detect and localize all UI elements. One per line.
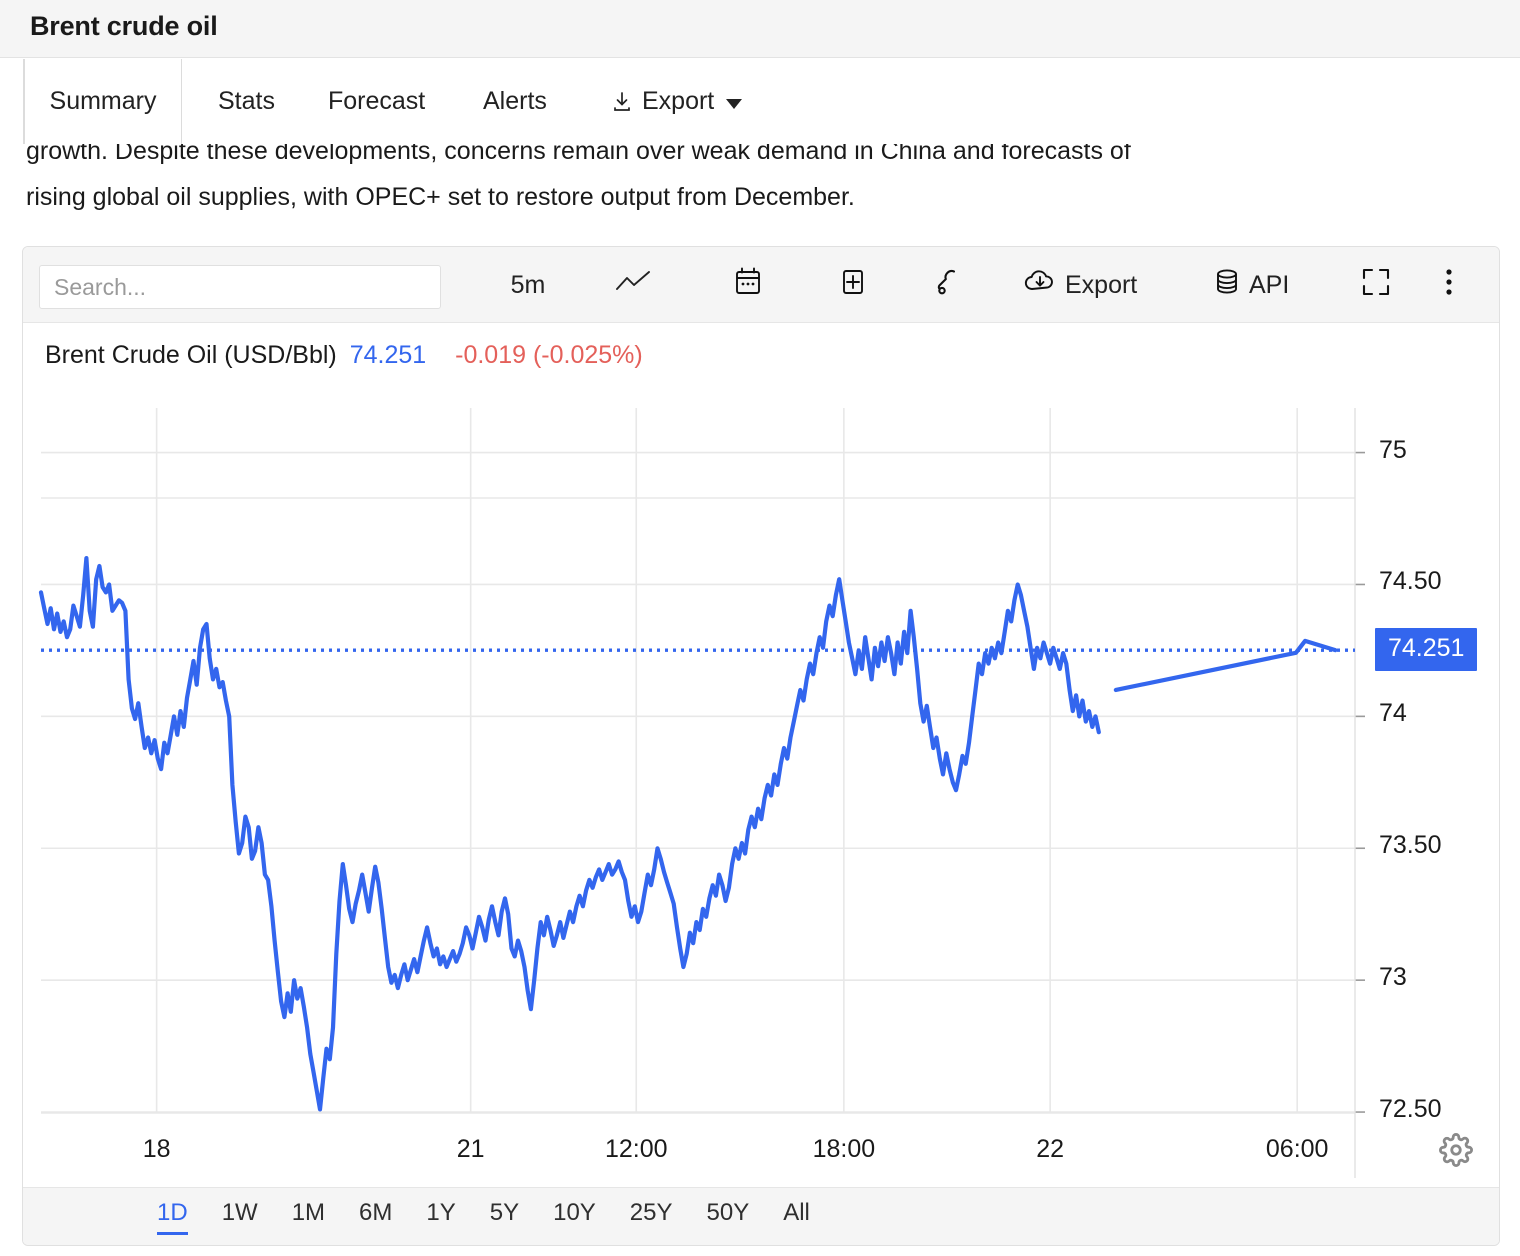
api-button-label: API bbox=[1249, 270, 1290, 299]
wrench-icon bbox=[933, 267, 963, 304]
tab-bar-left-edge bbox=[0, 59, 24, 144]
range-button-1d[interactable]: 1D bbox=[157, 1199, 188, 1235]
last-price-badge: 74.251 bbox=[1375, 628, 1478, 672]
range-button-5y[interactable]: 5Y bbox=[490, 1199, 519, 1235]
x-axis-label: 18 bbox=[142, 1135, 171, 1163]
header-bar: Brent crude oil bbox=[0, 0, 1520, 58]
quote-line: Brent Crude Oil (USD/Bbl) 74.251 -0.019 … bbox=[45, 341, 643, 370]
price-series-line bbox=[38, 556, 1101, 1112]
calendar-icon bbox=[732, 266, 764, 305]
more-options-button[interactable] bbox=[1419, 247, 1479, 323]
tools-button[interactable] bbox=[913, 247, 983, 323]
range-button-1y[interactable]: 1Y bbox=[426, 1199, 455, 1235]
interval-label: 5m bbox=[510, 270, 546, 299]
range-selector: 1D 1W 1M 6M 1Y 5Y 10Y 25Y 50Y All bbox=[23, 1187, 1499, 1245]
tab-export[interactable]: Export bbox=[592, 59, 760, 144]
database-icon bbox=[1213, 267, 1241, 304]
price-line-chart[interactable] bbox=[23, 323, 1499, 1188]
y-axis-label: 74.50 bbox=[1379, 567, 1442, 596]
quote-price: 74.251 bbox=[349, 341, 427, 369]
y-axis-label: 74 bbox=[1379, 699, 1407, 728]
cloud-download-icon bbox=[1023, 268, 1057, 303]
range-button-50y[interactable]: 50Y bbox=[707, 1199, 750, 1235]
x-axis-label: 18:00 bbox=[812, 1135, 876, 1163]
chart-toolbar: Search... 5m Export API bbox=[23, 247, 1499, 323]
line-chart-icon bbox=[615, 269, 651, 302]
y-axis-ticks bbox=[1355, 451, 1365, 1113]
chart-type-button[interactable] bbox=[598, 247, 668, 323]
range-button-10y[interactable]: 10Y bbox=[553, 1199, 596, 1235]
horizontal-gridlines bbox=[41, 451, 1355, 1113]
api-button[interactable]: API bbox=[1213, 247, 1289, 323]
gear-icon bbox=[1439, 1133, 1473, 1171]
download-icon bbox=[610, 90, 634, 114]
range-button-25y[interactable]: 25Y bbox=[630, 1199, 673, 1235]
search-input[interactable]: Search... bbox=[39, 265, 441, 309]
add-indicator-button[interactable] bbox=[818, 247, 888, 323]
price-series-flat-extension bbox=[1113, 638, 1338, 693]
x-axis-label: 22 bbox=[1036, 1135, 1065, 1163]
chart-page: Brent crude oil growth. Despite these de… bbox=[0, 0, 1520, 1256]
y-axis-label: 72.50 bbox=[1379, 1095, 1442, 1124]
tab-summary-label: Summary bbox=[49, 87, 157, 115]
x-axis-label: 21 bbox=[456, 1135, 485, 1163]
fullscreen-icon bbox=[1359, 265, 1393, 306]
range-button-1m[interactable]: 1M bbox=[292, 1199, 325, 1235]
chart-settings-button[interactable] bbox=[1439, 1133, 1473, 1172]
range-button-6m[interactable]: 6M bbox=[359, 1199, 392, 1235]
interval-button[interactable]: 5m bbox=[493, 247, 563, 323]
x-axis-label: 12:00 bbox=[604, 1135, 668, 1163]
y-axis-label: 73.50 bbox=[1379, 831, 1442, 860]
y-axis-label: 75 bbox=[1379, 435, 1407, 464]
plus-box-icon bbox=[837, 266, 869, 305]
quote-name: Brent Crude Oil (USD/Bbl) bbox=[45, 341, 337, 369]
range-button-all[interactable]: All bbox=[783, 1199, 810, 1235]
y-axis-label: 73 bbox=[1379, 963, 1407, 992]
fullscreen-button[interactable] bbox=[1343, 247, 1409, 323]
plot-area: Brent Crude Oil (USD/Bbl) 74.251 -0.019 … bbox=[23, 323, 1499, 1188]
tab-forecast-label: Forecast bbox=[328, 87, 426, 115]
chart-card: Search... 5m Export API Brent Crude Oil … bbox=[22, 246, 1500, 1246]
range-button-1w[interactable]: 1W bbox=[222, 1199, 258, 1235]
page-title: Brent crude oil bbox=[30, 11, 218, 41]
tab-export-label: Export bbox=[642, 87, 715, 115]
date-range-button[interactable] bbox=[713, 247, 783, 323]
tab-bar: Summary Stats Forecast Alerts Export bbox=[0, 59, 1520, 144]
x-axis-label: 06:00 bbox=[1265, 1135, 1329, 1163]
tab-stats[interactable]: Stats bbox=[200, 59, 293, 144]
intro-line-2: rising global oil supplies, with OPEC+ s… bbox=[26, 183, 855, 211]
tab-stats-label: Stats bbox=[218, 87, 275, 115]
tab-forecast[interactable]: Forecast bbox=[310, 59, 443, 144]
kebab-menu-icon bbox=[1444, 266, 1454, 305]
tab-alerts[interactable]: Alerts bbox=[465, 59, 565, 144]
chevron-down-icon bbox=[726, 98, 743, 109]
vertical-gridlines bbox=[155, 408, 1298, 1113]
quote-change: -0.019 (-0.025%) bbox=[455, 341, 643, 369]
tab-alerts-label: Alerts bbox=[483, 87, 547, 115]
tab-summary[interactable]: Summary bbox=[24, 59, 182, 144]
export-button[interactable]: Export bbox=[1023, 247, 1137, 323]
export-button-label: Export bbox=[1065, 270, 1138, 299]
